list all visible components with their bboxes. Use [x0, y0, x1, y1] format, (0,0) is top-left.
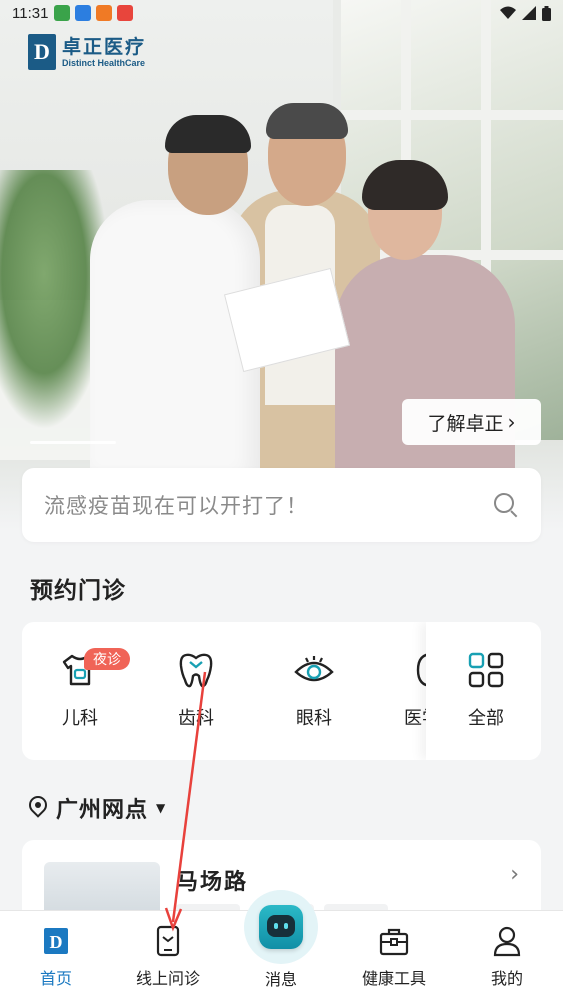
nav-label: 首页: [39, 969, 72, 988]
hero-banner[interactable]: [0, 0, 563, 530]
toolbox-icon: [378, 925, 410, 957]
tooth-icon: [176, 650, 216, 690]
brand-logo: D 卓正医疗 Distinct HealthCare: [28, 34, 146, 70]
location-pin-icon: [25, 792, 51, 821]
grid-icon: [466, 650, 506, 690]
nav-home[interactable]: D 首页: [1, 925, 111, 989]
department-all-label: 全部: [468, 708, 504, 729]
signal-icon: [522, 6, 536, 20]
department-label: 齿科: [178, 708, 214, 729]
brand-mark-icon: D: [28, 34, 56, 70]
caret-down-icon: ▼: [156, 801, 166, 815]
nav-messages-fab[interactable]: [244, 890, 318, 964]
carousel-indicator: [30, 441, 116, 444]
eye-icon: [294, 650, 334, 690]
nav-label: 我的: [490, 969, 523, 988]
nav-label: 线上问诊: [135, 969, 200, 988]
tablet-consult-icon: [152, 925, 184, 957]
notification-app-icon: [54, 5, 71, 21]
night-clinic-badge: 夜诊: [84, 648, 130, 670]
home-logo-icon: D: [40, 925, 72, 957]
notification-app-icon: [117, 5, 134, 21]
robot-message-icon: [259, 905, 303, 949]
notification-paw-icon: [75, 5, 92, 21]
learn-more-button[interactable]: 了解卓正 ›: [402, 399, 541, 445]
department-card: 儿科 夜诊 齿科 眼科 医学 全部: [22, 622, 541, 760]
chevron-right-icon: ›: [507, 410, 516, 434]
department-dental[interactable]: 齿科: [156, 650, 236, 730]
appointment-section-title: 预约门诊: [30, 578, 126, 604]
chevron-right-icon: ›: [510, 862, 519, 887]
branch-city-label: 广州网点: [56, 798, 149, 823]
department-label: 眼科: [296, 708, 332, 729]
search-icon[interactable]: [493, 492, 519, 518]
status-time: 11:31: [12, 4, 49, 22]
status-bar: 11:31: [0, 0, 563, 26]
branch-selector[interactable]: 广州网点 ▼: [25, 792, 166, 824]
wifi-icon: [500, 6, 516, 19]
learn-more-label: 了解卓正: [427, 412, 504, 435]
search-bar[interactable]: 流感疫苗现在可以开打了！: [22, 468, 541, 542]
battery-icon: [542, 5, 551, 21]
clinic-name: 马场路: [176, 870, 249, 895]
brand-name-cn: 卓正医疗: [62, 36, 147, 58]
department-ophthalmology[interactable]: 眼科: [274, 650, 354, 730]
nav-online-consult[interactable]: 线上问诊: [113, 925, 223, 989]
search-placeholder: 流感疫苗现在可以开打了！: [44, 494, 308, 518]
nav-profile[interactable]: 我的: [452, 925, 562, 989]
notification-app-icon: [96, 5, 113, 21]
svg-text:D: D: [50, 932, 63, 952]
brand-name-en: Distinct HealthCare: [62, 58, 146, 68]
nav-health-tools[interactable]: 健康工具: [339, 925, 449, 989]
department-all[interactable]: 全部: [426, 622, 541, 760]
person-icon: [491, 925, 523, 957]
nav-label: 健康工具: [361, 969, 426, 988]
nav-messages-label: 消息: [264, 970, 297, 989]
department-label: 儿科: [62, 708, 98, 729]
